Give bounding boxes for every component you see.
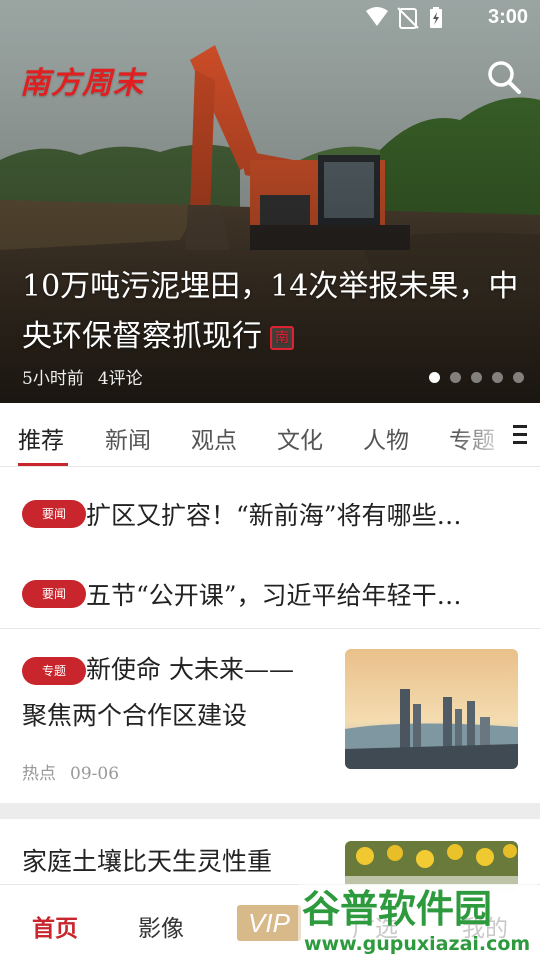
- article-title-line2: 聚焦两个合作区建设: [22, 701, 248, 730]
- menu-icon[interactable]: [510, 423, 530, 449]
- carousel-dot[interactable]: [450, 372, 461, 383]
- category-tabs: 推荐 新闻 观点 文化 人物 专题: [0, 403, 540, 467]
- nav-home[interactable]: 首页: [32, 909, 78, 943]
- status-time: 3:00: [487, 6, 528, 28]
- article-card[interactable]: 专题 新使命 大未来—— 聚焦两个合作区建设 热点 09-06: [0, 629, 540, 803]
- tab-people[interactable]: 人物: [363, 421, 409, 455]
- headline-text: 扩区又扩容！“新前海”将有哪些…: [86, 501, 462, 530]
- search-icon[interactable]: [485, 58, 525, 98]
- hero-meta: 5小时前 4评论: [22, 364, 157, 389]
- article-tag: 热点: [22, 764, 56, 784]
- status-icons: [366, 7, 442, 29]
- app-screen: 3:00 南方周末 10万吨污泥埋田，14次举报未果，中 央环保督察抓现行南 5…: [0, 0, 540, 960]
- tabs-fade: [454, 403, 514, 466]
- tab-news[interactable]: 新闻: [105, 421, 151, 455]
- site-watermark: 谷普软件园 www.gupuxiazai.com: [298, 876, 538, 958]
- hero-banner[interactable]: 3:00 南方周末 10万吨污泥埋田，14次举报未果，中 央环保督察抓现行南 5…: [0, 0, 540, 403]
- wifi-icon: [366, 7, 388, 26]
- seal-icon: 南: [270, 326, 294, 350]
- article-date: 09-06: [70, 764, 120, 784]
- article-thumbnail: [345, 649, 518, 769]
- tab-opinion[interactable]: 观点: [191, 421, 237, 455]
- article-title: 家庭土壤比天生灵性重: [22, 847, 273, 876]
- carousel-dot[interactable]: [513, 372, 524, 383]
- tab-culture[interactable]: 文化: [277, 421, 323, 455]
- nav-video[interactable]: 影像: [138, 909, 184, 943]
- nav-vip[interactable]: VIP: [237, 905, 301, 941]
- article-meta: 热点 09-06: [22, 759, 133, 784]
- tag-badge: 专题: [22, 657, 86, 685]
- tag-badge: 要闻: [22, 580, 86, 608]
- hero-comments: 4评论: [97, 369, 143, 389]
- article-title-line1: 新使命 大未来——: [86, 655, 294, 684]
- carousel-dots[interactable]: [429, 372, 524, 383]
- tag-badge: 要闻: [22, 500, 86, 528]
- status-bar: 3:00: [0, 0, 540, 36]
- hero-title-line2: 央环保督察抓现行: [22, 319, 262, 354]
- watermark-brand: 谷普软件园: [302, 887, 492, 931]
- carousel-dot[interactable]: [492, 372, 503, 383]
- carousel-dot[interactable]: [429, 372, 440, 383]
- section-gap: [0, 803, 540, 819]
- hero-time: 5小时前: [22, 369, 84, 389]
- tab-recommend[interactable]: 推荐: [18, 421, 64, 455]
- app-logo: 南方周末: [20, 66, 144, 101]
- watermark-url: www.gupuxiazai.com: [304, 933, 530, 955]
- article-title: 专题 新使命 大未来—— 聚焦两个合作区建设: [22, 647, 322, 739]
- headline-text: 五节“公开课”，习近平给年轻干…: [86, 581, 462, 610]
- list-item[interactable]: 要闻 五节“公开课”，习近平给年轻干…: [0, 552, 540, 634]
- carousel-dot[interactable]: [471, 372, 482, 383]
- hero-title[interactable]: 10万吨污泥埋田，14次举报未果，中 央环保督察抓现行南: [22, 262, 522, 362]
- hero-title-line1: 10万吨污泥埋田，14次举报未果，中: [22, 269, 519, 304]
- list-item[interactable]: 要闻 扩区又扩容！“新前海”将有哪些…: [0, 470, 540, 552]
- active-tab-indicator: [18, 463, 68, 466]
